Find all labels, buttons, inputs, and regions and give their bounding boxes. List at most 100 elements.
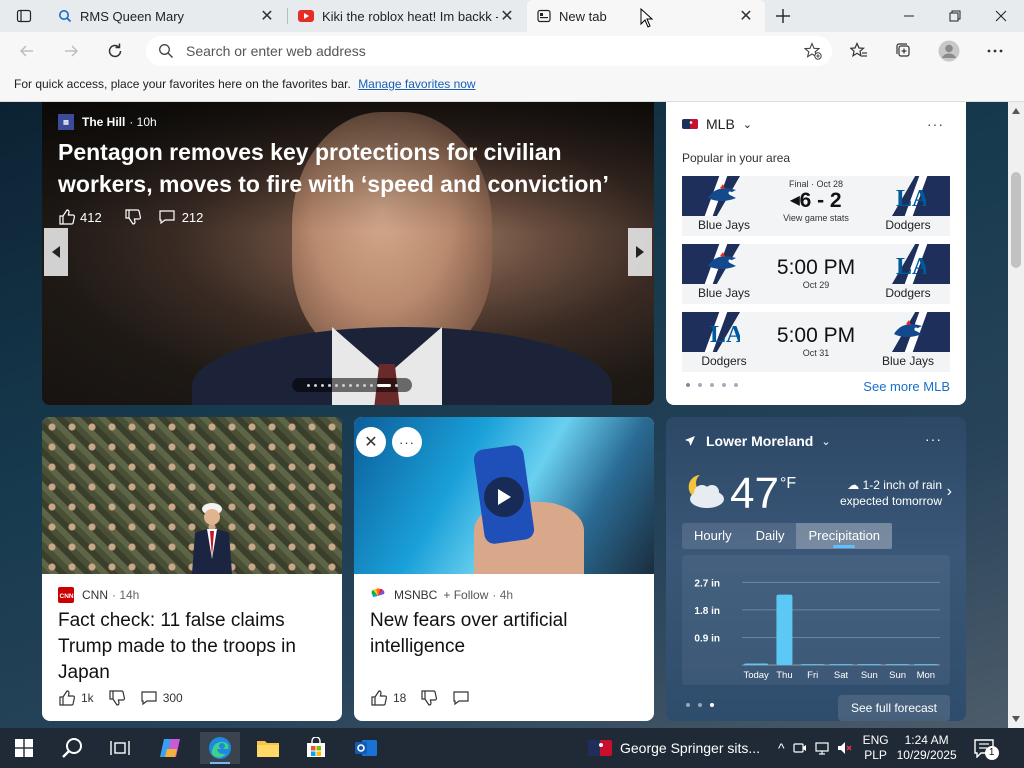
news-card-cnn[interactable]: CNN CNN · 14h Fact check: 11 false claim…	[42, 417, 342, 721]
tab-precipitation[interactable]: Precipitation	[796, 523, 893, 549]
mlb-game-3[interactable]: LA Dodgers Blue Jays 5:00 PM Oct 31	[682, 312, 950, 372]
outlook-button[interactable]	[346, 732, 386, 764]
tab-hourly[interactable]: Hourly	[682, 523, 744, 549]
network-icon[interactable]	[814, 741, 829, 755]
like-icon[interactable]	[58, 208, 76, 226]
game-status-bottom[interactable]: View game stats	[766, 213, 866, 223]
taskbar-search-button[interactable]	[52, 732, 92, 764]
forecast-text-1: 1-2 inch of rain	[862, 478, 942, 492]
svg-text:LA: LA	[710, 322, 740, 346]
hero-carousel-dots[interactable]	[292, 378, 412, 392]
like-icon[interactable]	[58, 689, 76, 707]
carousel-dot[interactable]	[320, 383, 324, 387]
chevron-right-icon[interactable]: ›	[947, 483, 952, 501]
carousel-dot[interactable]	[394, 383, 398, 387]
tab-close-icon[interactable]: ✕	[258, 7, 276, 25]
manage-favorites-link[interactable]: Manage favorites now	[358, 77, 475, 91]
weather-location[interactable]: Lower Moreland ⌄	[684, 433, 831, 449]
clock[interactable]: 1:24 AM 10/29/2025	[897, 733, 957, 763]
dislike-icon[interactable]	[420, 689, 438, 707]
hero-next-button[interactable]	[628, 228, 652, 276]
meet-now-icon[interactable]	[792, 741, 807, 755]
carousel-dot[interactable]	[306, 383, 310, 387]
edge-taskbar-button[interactable]	[200, 732, 240, 764]
store-button[interactable]	[296, 732, 336, 764]
weather-more-options[interactable]: ···	[925, 431, 942, 447]
start-button[interactable]	[4, 732, 44, 764]
collections-button[interactable]	[888, 36, 918, 66]
minimize-button[interactable]	[886, 0, 932, 32]
carousel-dot[interactable]	[369, 383, 373, 387]
close-window-button[interactable]	[978, 0, 1024, 32]
tab-close-icon[interactable]: ✕	[737, 7, 755, 25]
play-button[interactable]	[484, 477, 524, 517]
game-date: Oct 31	[802, 348, 830, 358]
dislike-icon[interactable]	[124, 208, 142, 226]
task-view-button[interactable]	[100, 732, 140, 764]
like-icon[interactable]	[370, 689, 388, 707]
copilot-button[interactable]	[150, 732, 190, 764]
tab-rms-queen-mary[interactable]: RMS Queen Mary ✕	[48, 0, 286, 32]
carousel-dot[interactable]	[334, 383, 338, 387]
see-full-forecast-button[interactable]: See full forecast	[838, 695, 950, 721]
new-tab-button[interactable]	[764, 0, 802, 32]
card-more-button[interactable]: ···	[392, 427, 422, 457]
hero-article[interactable]: ▤ The Hill · 10h Pentagon removes key pr…	[42, 102, 654, 405]
notifications-button[interactable]: 1	[973, 738, 999, 760]
favorites-prompt: For quick access, place your favorites h…	[14, 77, 351, 91]
carousel-dot[interactable]	[327, 383, 331, 387]
language-indicator[interactable]: ENG PLP	[863, 733, 889, 763]
card-headline[interactable]: New fears over artificial intelligence	[370, 608, 646, 660]
address-bar[interactable]	[146, 36, 832, 66]
dislike-icon[interactable]	[108, 689, 126, 707]
page-scrollbar[interactable]	[1008, 102, 1024, 728]
volume-muted-icon[interactable]	[837, 741, 853, 755]
comment-icon[interactable]	[140, 689, 158, 707]
file-explorer-button[interactable]	[248, 732, 288, 764]
weather-forecast-summary[interactable]: ☁ 1-2 inch of rain expected tomorrow	[816, 477, 942, 509]
mlb-more-options[interactable]: ···	[927, 116, 944, 132]
carousel-dot[interactable]	[376, 383, 391, 387]
tab-actions-button[interactable]	[0, 0, 48, 32]
carousel-dot[interactable]	[341, 383, 345, 387]
carousel-dot[interactable]	[362, 383, 366, 387]
scroll-down-icon[interactable]	[1012, 716, 1020, 722]
add-favorite-icon[interactable]	[804, 42, 822, 60]
carousel-dot[interactable]	[355, 383, 359, 387]
chevron-up-icon[interactable]: ^	[778, 740, 785, 756]
news-card-msnbc[interactable]: ✕ ··· MSNBC + Follow · 4h New fears over…	[354, 417, 654, 721]
mlb-pager-dots[interactable]	[686, 383, 746, 387]
weather-pager-dots[interactable]	[686, 703, 722, 707]
tab-daily[interactable]: Daily	[744, 523, 797, 549]
back-arrow-icon	[20, 45, 33, 57]
favorites-button[interactable]	[844, 36, 874, 66]
refresh-button[interactable]	[100, 36, 130, 66]
temperature-unit[interactable]: °F	[780, 475, 796, 493]
mlb-game-2[interactable]: LA Blue Jays Dodgers 5:00 PM Oct 29	[682, 244, 950, 304]
restore-button[interactable]	[932, 0, 978, 32]
comment-icon[interactable]	[158, 208, 176, 226]
scroll-up-icon[interactable]	[1012, 108, 1020, 114]
follow-button[interactable]: + Follow	[443, 588, 488, 602]
comment-icon[interactable]	[452, 689, 470, 707]
back-button[interactable]	[12, 36, 42, 66]
carousel-dot[interactable]	[313, 383, 317, 387]
see-more-mlb-link[interactable]: See more MLB	[863, 379, 950, 394]
hero-prev-button[interactable]	[44, 228, 68, 276]
card-headline[interactable]: Fact check: 11 false claims Trump made t…	[58, 608, 334, 686]
mlb-header[interactable]: MLB ⌄	[682, 116, 752, 132]
tab-youtube-video[interactable]: Kiki the roblox heat! Im backk - Y ✕	[288, 0, 526, 32]
scrollbar-thumb[interactable]	[1011, 172, 1021, 268]
news-ticker[interactable]: George Springer sits...	[588, 728, 760, 768]
carousel-dot[interactable]	[348, 383, 352, 387]
tab-close-icon[interactable]: ✕	[498, 7, 516, 25]
address-input[interactable]	[186, 42, 786, 60]
mlb-game-1[interactable]: LA Blue Jays Dodgers Final · Oct 28 ◀6 -…	[682, 176, 950, 236]
folder-icon	[257, 741, 279, 757]
hero-headline[interactable]: Pentagon removes key protections for civ…	[58, 136, 628, 200]
settings-more-button[interactable]	[980, 36, 1010, 66]
dismiss-card-button[interactable]: ✕	[356, 427, 386, 457]
forward-button[interactable]	[56, 36, 86, 66]
precipitation-bar	[913, 664, 938, 665]
profile-button[interactable]	[934, 36, 964, 66]
